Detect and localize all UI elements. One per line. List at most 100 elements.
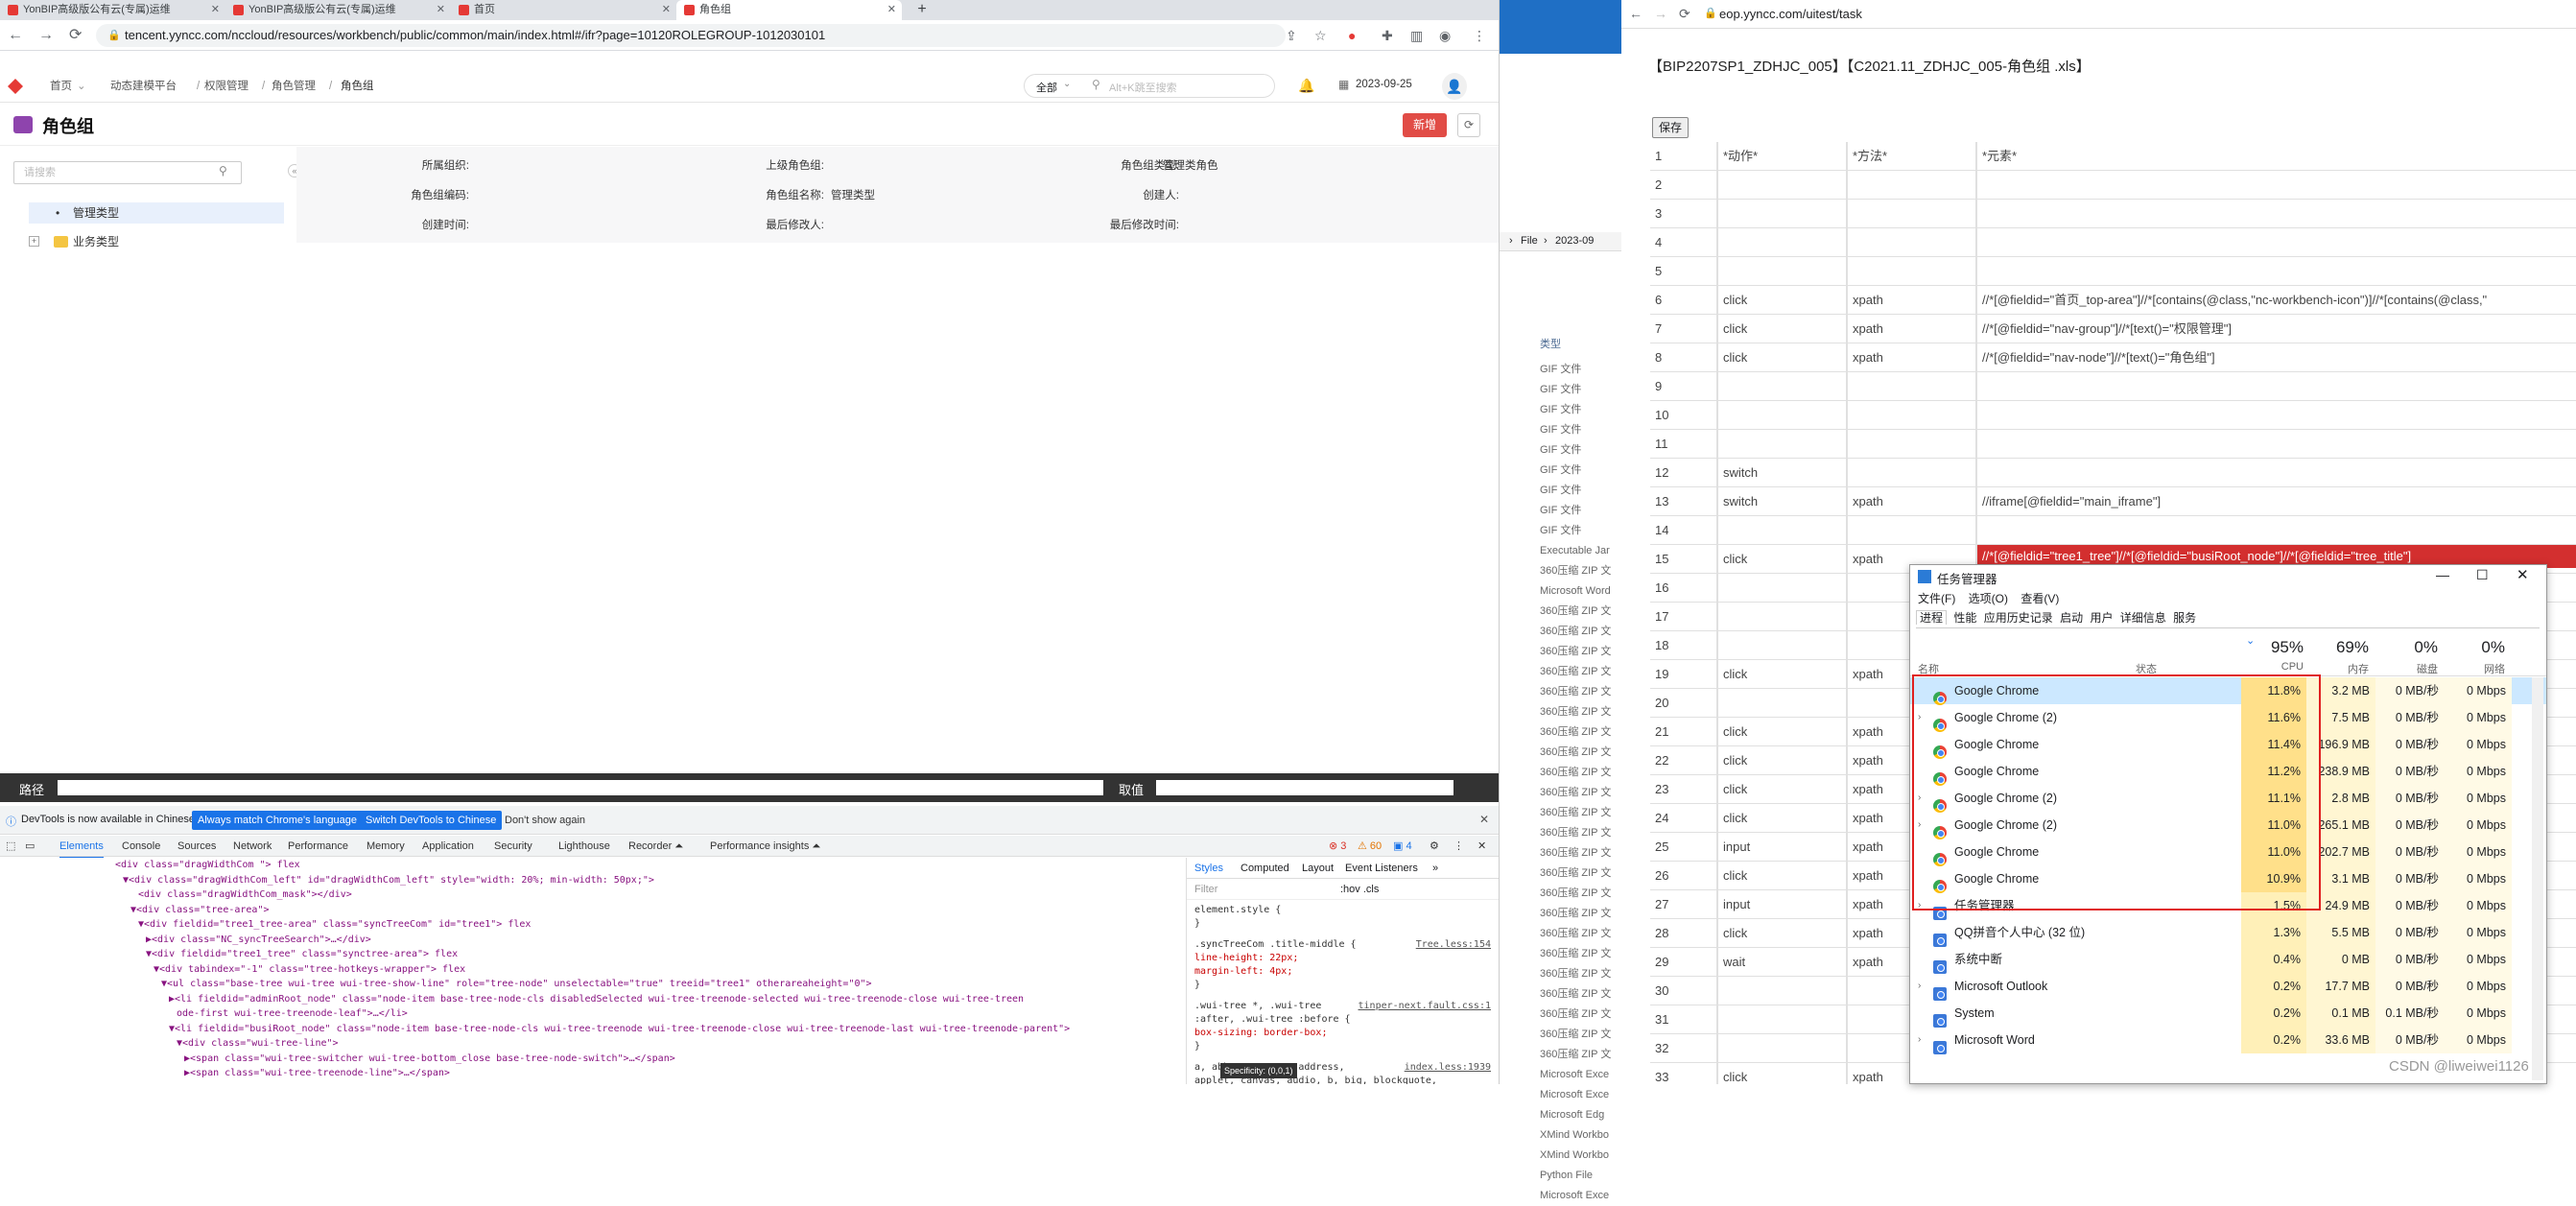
tab-event-listeners[interactable]: Event Listeners bbox=[1345, 858, 1418, 879]
table-cell[interactable] bbox=[1847, 171, 1976, 199]
col-disk[interactable]: 磁盘 bbox=[2390, 661, 2438, 676]
search-icon[interactable]: ⚲ bbox=[219, 164, 227, 177]
type-column-header[interactable]: 类型 bbox=[1540, 336, 1561, 351]
share-icon[interactable]: ⇪ bbox=[1286, 26, 1297, 45]
tab-app-history[interactable]: 应用历史记录 bbox=[1984, 611, 2053, 625]
table-cell[interactable] bbox=[1847, 228, 1976, 256]
table-cell[interactable] bbox=[1717, 689, 1847, 717]
new-button[interactable]: 新增 bbox=[1403, 113, 1447, 137]
table-cell[interactable]: xpath bbox=[1847, 487, 1976, 515]
tree-search-input[interactable]: 请搜索 bbox=[13, 161, 242, 184]
file-type-item[interactable]: GIF 文件 bbox=[1540, 380, 1622, 400]
expand-icon[interactable]: › bbox=[1918, 1027, 1921, 1053]
global-search[interactable]: 全部 ⌄ ⚲ Alt+K跳至搜索 bbox=[1024, 74, 1275, 98]
css-source-link[interactable]: index.less:1939 bbox=[1405, 1061, 1491, 1075]
dom-line[interactable]: ▶<li fieldid="adminRoot_node" class="nod… bbox=[58, 992, 1175, 1007]
table-cell[interactable] bbox=[1976, 516, 2576, 544]
file-type-item[interactable]: Microsoft Exce bbox=[1540, 1085, 1622, 1105]
tab-performance[interactable]: Performance bbox=[288, 836, 348, 857]
file-type-item[interactable]: 360压缩 ZIP 文 bbox=[1540, 843, 1622, 863]
back-icon[interactable]: ← bbox=[8, 26, 23, 45]
tab-elements[interactable]: Elements bbox=[59, 836, 104, 859]
star-icon[interactable]: ☆ bbox=[1314, 26, 1327, 45]
file-type-item[interactable]: 360压缩 ZIP 文 bbox=[1540, 884, 1622, 904]
table-cell[interactable]: switch bbox=[1717, 459, 1847, 486]
file-type-item[interactable]: GIF 文件 bbox=[1540, 400, 1622, 420]
file-type-item[interactable]: GIF 文件 bbox=[1540, 501, 1622, 521]
table-cell[interactable] bbox=[1976, 401, 2576, 429]
file-type-item[interactable]: 360压缩 ZIP 文 bbox=[1540, 561, 1622, 581]
table-cell[interactable]: //*[@fieldid="nav-group"]//*[text()="权限管… bbox=[1976, 315, 2576, 343]
table-cell[interactable] bbox=[1717, 574, 1847, 602]
file-type-item[interactable]: Microsoft Exce bbox=[1540, 1065, 1622, 1085]
file-type-item[interactable]: 360压缩 ZIP 文 bbox=[1540, 1025, 1622, 1045]
close-icon[interactable]: ✕ bbox=[211, 0, 220, 19]
table-cell[interactable]: input bbox=[1717, 833, 1847, 861]
file-type-item[interactable]: 360压缩 ZIP 文 bbox=[1540, 682, 1622, 702]
table-cell[interactable] bbox=[1717, 257, 1847, 285]
value-input[interactable] bbox=[1156, 780, 1453, 795]
dom-line[interactable]: ▼<div class="dragWidthCom_left" id="drag… bbox=[58, 873, 1175, 888]
scrollbar[interactable] bbox=[2532, 677, 2543, 1080]
menu-options[interactable]: 选项(O) bbox=[1969, 592, 2008, 605]
file-type-item[interactable]: 360压缩 ZIP 文 bbox=[1540, 944, 1622, 964]
table-cell[interactable]: click bbox=[1717, 286, 1847, 314]
table-cell[interactable] bbox=[1847, 459, 1976, 486]
error-count[interactable]: ⊗ 3 bbox=[1329, 836, 1346, 857]
maximize-icon[interactable]: ☐ bbox=[2476, 567, 2489, 583]
table-cell[interactable]: click bbox=[1717, 1063, 1847, 1084]
table-cell[interactable] bbox=[1976, 459, 2576, 486]
dom-line[interactable]: ode-first wui-tree-treenode-leaf">…</li> bbox=[58, 1006, 1175, 1022]
table-cell[interactable]: *动作* bbox=[1717, 142, 1847, 170]
table-cell[interactable]: switch bbox=[1717, 487, 1847, 515]
tab-details[interactable]: 详细信息 bbox=[2120, 611, 2166, 625]
table-cell[interactable] bbox=[1847, 430, 1976, 458]
table-cell[interactable] bbox=[1847, 401, 1976, 429]
path-input[interactable] bbox=[58, 780, 1103, 795]
table-cell[interactable]: click bbox=[1717, 919, 1847, 947]
breadcrumb-item[interactable]: 动态建模平台 bbox=[110, 70, 177, 103]
file-type-item[interactable]: 360压缩 ZIP 文 bbox=[1540, 783, 1622, 803]
file-type-item[interactable]: 360压缩 ZIP 文 bbox=[1540, 743, 1622, 763]
file-type-item[interactable]: GIF 文件 bbox=[1540, 440, 1622, 461]
dom-line[interactable]: <div class="dragWidthCom "> flex bbox=[58, 858, 1175, 873]
css-source-link[interactable]: Tree.less:154 bbox=[1416, 938, 1491, 952]
browser-tab-active[interactable]: 角色组 ✕ bbox=[676, 0, 902, 20]
more-icon[interactable]: ⋮ bbox=[1453, 836, 1464, 857]
tab-console[interactable]: Console bbox=[122, 836, 160, 857]
dom-line[interactable]: ▶<span class="wui-tree-treenode-line">…<… bbox=[58, 1066, 1175, 1081]
dom-line[interactable]: ▶<span class="wui-tree-switcher wui-tree… bbox=[58, 1052, 1175, 1067]
table-cell[interactable]: click bbox=[1717, 804, 1847, 832]
url-bar[interactable]: 🔒 tencent.yyncc.com/nccloud/resources/wor… bbox=[96, 24, 1286, 47]
bell-icon[interactable]: 🔔 bbox=[1298, 78, 1314, 94]
menu-file[interactable]: 文件(F) bbox=[1918, 592, 1955, 605]
table-cell[interactable]: input bbox=[1717, 890, 1847, 918]
col-cpu[interactable]: CPU bbox=[2256, 661, 2304, 673]
file-type-item[interactable]: XMind Workbo bbox=[1540, 1146, 1622, 1166]
process-row[interactable]: System 0.2% 0.1 MB 0.1 MB/秒 0 Mbps bbox=[1910, 1000, 2546, 1028]
table-cell[interactable]: click bbox=[1717, 343, 1847, 371]
save-button[interactable]: 保存 bbox=[1652, 117, 1689, 138]
dom-line[interactable]: ▼<div class="wui-tree-line"> bbox=[58, 1036, 1175, 1052]
file-type-item[interactable]: GIF 文件 bbox=[1540, 521, 1622, 541]
table-cell[interactable] bbox=[1717, 372, 1847, 400]
expand-icon[interactable]: › bbox=[1918, 973, 1921, 1000]
file-type-item[interactable]: Python File bbox=[1540, 1166, 1622, 1186]
table-cell[interactable]: //*[@fieldid="首页_top-area"]//*[contains(… bbox=[1976, 286, 2576, 314]
tree-node-business[interactable]: + 业务类型 bbox=[29, 231, 119, 252]
tab-sources[interactable]: Sources bbox=[177, 836, 216, 857]
styles-filter-input[interactable]: Filter bbox=[1194, 879, 1217, 900]
warning-count[interactable]: ⚠ 60 bbox=[1358, 836, 1382, 857]
browser-tab[interactable]: YonBIP高级版公有云(专属)运维 ✕ bbox=[0, 0, 225, 20]
tab-performance[interactable]: 性能 bbox=[1953, 611, 1976, 625]
file-type-item[interactable]: 360压缩 ZIP 文 bbox=[1540, 602, 1622, 622]
tab-application[interactable]: Application bbox=[422, 836, 474, 857]
dom-line[interactable]: ▼<div tabindex="-1" class="tree-hotkeys-… bbox=[58, 962, 1175, 978]
table-cell[interactable] bbox=[1717, 1005, 1847, 1033]
explorer-crumb[interactable]: File bbox=[1521, 235, 1538, 247]
device-icon[interactable]: ▭ bbox=[25, 836, 35, 857]
table-cell[interactable]: //iframe[@fieldid="main_iframe"] bbox=[1976, 487, 2576, 515]
dont-show-button[interactable]: Don't show again bbox=[499, 811, 591, 830]
close-icon[interactable]: ✕ bbox=[437, 0, 445, 19]
table-cell[interactable]: click bbox=[1717, 775, 1847, 803]
